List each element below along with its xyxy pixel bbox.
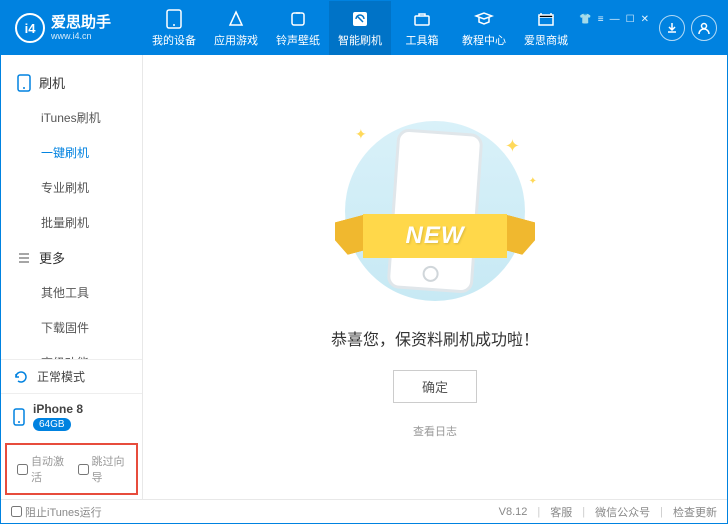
- nav-ringtones[interactable]: 铃声壁纸: [267, 1, 329, 55]
- block-itunes-checkbox[interactable]: 阻止iTunes运行: [11, 504, 102, 520]
- tutorial-icon: [474, 9, 494, 29]
- phone-icon: [17, 74, 31, 92]
- sidebar-item-itunes[interactable]: iTunes刷机: [1, 100, 142, 135]
- sidebar-item-batch[interactable]: 批量刷机: [1, 205, 142, 240]
- nav-label: 智能刷机: [338, 32, 382, 48]
- checkbox-label: 跳过向导: [92, 453, 127, 485]
- mode-label: 正常模式: [37, 368, 85, 385]
- nav-label: 爱思商城: [524, 32, 568, 48]
- flash-icon: [350, 9, 370, 29]
- logo-icon: i4: [15, 13, 45, 43]
- storage-badge: 64GB: [33, 418, 71, 431]
- nav-flash[interactable]: 智能刷机: [329, 1, 391, 55]
- nav-my-device[interactable]: 我的设备: [143, 1, 205, 55]
- checkbox-label: 阻止iTunes运行: [25, 504, 102, 520]
- nav-label: 应用游戏: [214, 32, 258, 48]
- nav-label: 我的设备: [152, 32, 196, 48]
- apps-icon: [226, 9, 246, 29]
- view-log-link[interactable]: 查看日志: [413, 423, 457, 439]
- sidebar-item-pro[interactable]: 专业刷机: [1, 170, 142, 205]
- wechat-link[interactable]: 微信公众号: [595, 504, 650, 520]
- sidebar: 刷机 iTunes刷机 一键刷机 专业刷机 批量刷机 更多 其他工具 下载固件 …: [1, 55, 143, 499]
- close-icon[interactable]: ✕: [641, 14, 649, 25]
- nav-label: 工具箱: [406, 32, 439, 48]
- device-row[interactable]: iPhone 8 64GB: [1, 393, 142, 439]
- success-message: 恭喜您，保资料刷机成功啦！: [331, 326, 539, 350]
- version-label: V8.12: [499, 506, 528, 518]
- sidebar-group-flash: 刷机: [1, 65, 142, 100]
- group-label: 刷机: [39, 73, 65, 92]
- footer: 阻止iTunes运行 V8.12 | 客服 | 微信公众号 | 检查更新: [1, 499, 727, 523]
- nav-store[interactable]: 爱思商城: [515, 1, 577, 55]
- top-nav: 我的设备 应用游戏 铃声壁纸 智能刷机 工具箱 教程中心 爱思商城: [143, 1, 579, 55]
- download-icon[interactable]: [659, 15, 685, 41]
- checkbox-label: 自动激活: [31, 453, 66, 485]
- ribbon-text: NEW: [363, 214, 507, 258]
- mode-row[interactable]: 正常模式: [1, 360, 142, 393]
- window-controls: 👕 ≡ — ☐ ✕: [579, 14, 649, 25]
- logo-url: www.i4.cn: [51, 31, 111, 41]
- menu-icon[interactable]: ≡: [598, 14, 604, 25]
- ringtone-icon: [288, 9, 308, 29]
- update-link[interactable]: 检查更新: [673, 504, 717, 520]
- group-label: 更多: [39, 248, 65, 267]
- logo-text: 爱思助手: [51, 15, 111, 32]
- sidebar-item-other[interactable]: 其他工具: [1, 275, 142, 310]
- refresh-icon: [13, 369, 29, 385]
- device-name: iPhone 8: [33, 402, 83, 416]
- sidebar-group-more: 更多: [1, 240, 142, 275]
- user-icon[interactable]: [691, 15, 717, 41]
- nav-toolbox[interactable]: 工具箱: [391, 1, 453, 55]
- sidebar-item-firmware[interactable]: 下载固件: [1, 310, 142, 345]
- skip-guide-checkbox[interactable]: 跳过向导: [78, 453, 127, 485]
- nav-label: 铃声壁纸: [276, 32, 320, 48]
- device-icon: [164, 9, 184, 29]
- logo-area: i4 爱思助手 www.i4.cn: [1, 13, 143, 43]
- star-icon: ✦: [355, 126, 367, 143]
- nav-tutorials[interactable]: 教程中心: [453, 1, 515, 55]
- phone-icon: [13, 408, 25, 426]
- sidebar-item-oneclick[interactable]: 一键刷机: [1, 135, 142, 170]
- header: i4 爱思助手 www.i4.cn 我的设备 应用游戏 铃声壁纸 智能刷机 工具…: [1, 1, 727, 55]
- menu-icon: [17, 251, 31, 265]
- header-right: 👕 ≡ — ☐ ✕: [579, 14, 727, 43]
- skin-icon[interactable]: 👕: [579, 14, 591, 25]
- success-illustration: ✦ ✦ ✦ ✦ NEW: [325, 116, 545, 306]
- maximize-icon[interactable]: ☐: [626, 14, 635, 25]
- service-link[interactable]: 客服: [550, 504, 572, 520]
- phone-graphic: [387, 128, 484, 294]
- ok-button[interactable]: 确定: [393, 370, 477, 403]
- auto-activate-checkbox[interactable]: 自动激活: [17, 453, 66, 485]
- sidebar-item-advanced[interactable]: 高级功能: [1, 345, 142, 359]
- star-icon: ✦: [505, 136, 520, 157]
- nav-label: 教程中心: [462, 32, 506, 48]
- store-icon: [536, 9, 556, 29]
- minimize-icon[interactable]: —: [610, 14, 620, 25]
- ribbon: NEW: [345, 214, 525, 258]
- star-icon: ✦: [529, 176, 537, 187]
- main-content: ✦ ✦ ✦ ✦ NEW 恭喜您，保资料刷机成功啦！ 确定 查看日志: [143, 55, 727, 499]
- nav-apps[interactable]: 应用游戏: [205, 1, 267, 55]
- highlighted-options: 自动激活 跳过向导: [5, 443, 138, 495]
- toolbox-icon: [412, 9, 432, 29]
